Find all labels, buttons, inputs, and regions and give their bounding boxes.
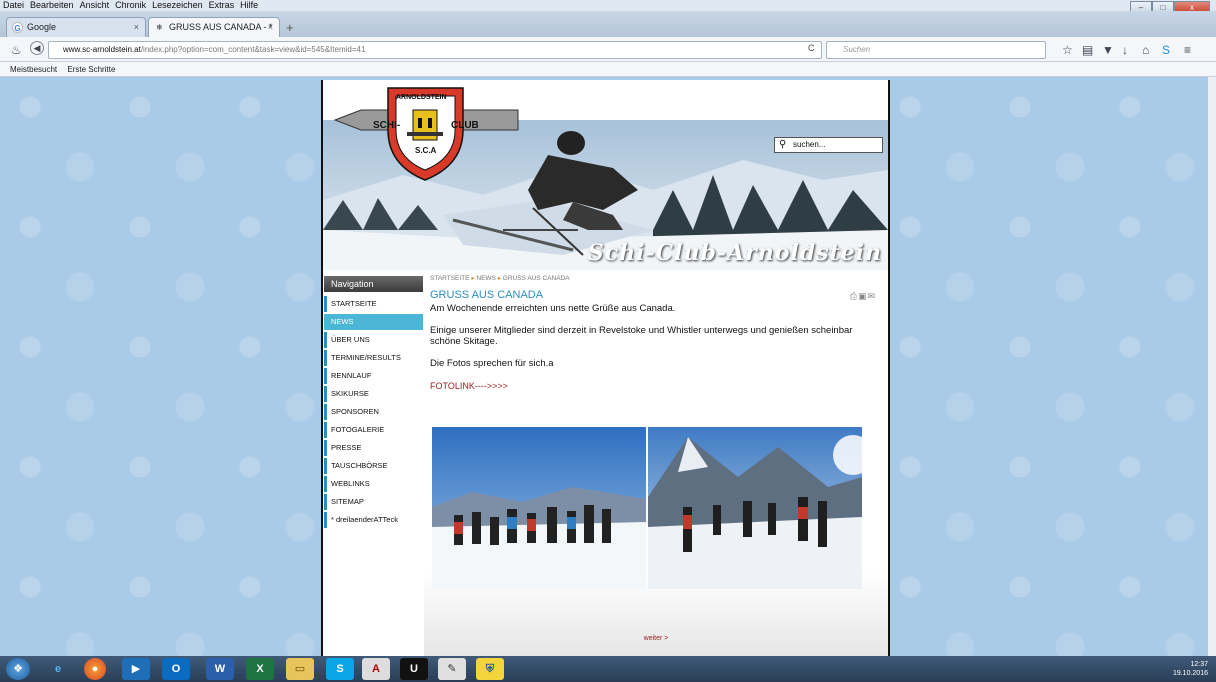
nav-item-news[interactable]: NEWS [324,314,423,330]
excel-icon[interactable]: X [246,658,274,680]
tab-strip: G Google × ❄ GRUSS AUS CANADA - * Sc... … [0,11,1216,50]
breadcrumb-startseite[interactable]: STARTSEITE [430,275,470,282]
site-search-placeholder: suchen... [793,140,826,149]
logo-text-top: ARNOLDSTEIN [396,94,447,101]
nav-item-ueber-uns[interactable]: ÜBER UNS [324,332,423,348]
firefox-icon[interactable]: ● [84,658,106,680]
menu-bar: Datei Bearbeiten Ansicht Chronik Lesezeichen… [0,0,1216,14]
article-content: STARTSEITE ▸ NEWS ▸ GRUSS AUS CANADA GRU… [424,270,888,656]
menu-lesezeichen[interactable]: Lesezeichen [149,0,206,10]
menu-ansicht[interactable]: Ansicht [77,0,113,10]
breadcrumb: STARTSEITE ▸ NEWS ▸ GRUSS AUS CANADA [430,274,882,284]
tray-clock-date[interactable]: 19.10.2016 [1173,670,1208,677]
browser-search-input[interactable]: Suchen [826,41,1046,59]
pocket-icon[interactable]: ▼ [1102,43,1114,57]
url-bar[interactable]: www.sc-arnoldstein.at/index.php?option=c… [48,41,822,59]
close-tab-icon[interactable]: × [268,18,273,36]
breadcrumb-current: GRUSS AUS CANADA [502,275,570,282]
tab-google[interactable]: G Google × [6,17,146,37]
google-icon: G [12,22,23,33]
home-icon[interactable]: ⌂ [1142,43,1149,57]
email-icon[interactable]: ✉ [867,291,876,301]
sidebar-navigation: Navigation STARTSEITE NEWS ÜBER UNS TERM… [323,270,424,656]
fotolink[interactable]: FOTOLINK---->>>> [430,381,882,391]
vertical-scrollbar[interactable] [1208,77,1216,656]
logo-text-left: SCHI- [373,120,401,131]
menu-extras[interactable]: Extras [206,0,238,10]
internet-explorer-icon[interactable]: e [44,658,72,680]
site-search-input[interactable]: ⚲ suchen... [774,137,883,153]
nav-item-sponsoren[interactable]: SPONSOREN [324,404,423,420]
media-player-icon[interactable]: ▶ [122,658,150,680]
acrobat-icon[interactable]: A [362,658,390,680]
security-shield-icon[interactable]: ⛨ [476,658,504,680]
tab-gruss-aus-canada[interactable]: ❄ GRUSS AUS CANADA - * Sc... × [148,17,280,50]
firefox-menu-icon[interactable]: ♨ [11,43,22,57]
menu-bearbeiten[interactable]: Bearbeiten [27,0,77,10]
photo-group-summit[interactable] [432,427,646,589]
hamburger-menu-icon[interactable]: ≡ [1184,43,1191,57]
start-button[interactable]: ❖ [6,658,30,680]
nav-item-tauschboerse[interactable]: TAUSCHBÖRSE [324,458,423,474]
logo-text-right: CLUB [451,120,479,131]
back-icon[interactable]: ◀ [30,41,44,55]
word-icon[interactable]: W [206,658,234,680]
menu-chronik[interactable]: Chronik [112,0,149,10]
nav-item-sitemap[interactable]: SITEMAP [324,494,423,510]
navigation-heading: Navigation [324,276,423,292]
page-viewport: ARNOLDSTEIN SCHI- CLUB S.C.A ⚲ suchen...… [0,77,1208,656]
taskbar: ❖ e ● ▶ O W X ▭ S A U ✎ ⛨ 12:37 19.10.20… [0,656,1216,682]
weiter-link[interactable]: weiter > [424,635,888,642]
site-header: ARNOLDSTEIN SCHI- CLUB S.C.A ⚲ suchen...… [323,80,888,270]
url-host: www.sc-arnoldstein.at [63,45,141,54]
nav-item-dreilaender[interactable]: * dreilaenderATTeck [324,512,423,528]
download-icon[interactable]: ↓ [1122,43,1128,57]
photo-group-touring[interactable] [648,427,862,589]
browser-search-placeholder: Suchen [843,45,871,54]
nav-item-termine-results[interactable]: TERMINE/RESULTS [324,350,423,366]
editor-icon[interactable]: ✎ [438,658,466,680]
nav-item-presse[interactable]: PRESSE [324,440,423,456]
nav-item-weblinks[interactable]: WEBLINKS [324,476,423,492]
breadcrumb-news[interactable]: NEWS [476,275,496,282]
tab-label: Google [27,22,57,32]
nav-item-fotogalerie[interactable]: FOTOGALERIE [324,422,423,438]
u-app-icon[interactable]: U [400,658,428,680]
article-paragraph-1: Am Wochenende erreichten uns nette Grüße… [430,303,676,314]
reading-list-icon[interactable]: ▤ [1082,43,1093,57]
close-tab-icon[interactable]: × [134,18,139,36]
navigation-bar: ♨ ◀ www.sc-arnoldstein.at/index.php?opti… [0,37,1216,62]
outlook-icon[interactable]: O [162,658,190,680]
url-path: /index.php?option=com_content&task=view&… [140,45,366,54]
article-title: GRUSS AUS CANADA [430,289,544,301]
tray-clock-time[interactable]: 12:37 [1190,661,1208,668]
logo-text-bottom: S.C.A [415,146,437,155]
menu-datei[interactable]: Datei [0,0,27,10]
pdf-icon[interactable]: ⎙ [850,291,858,301]
header-title: Schi-Club-Arnoldstein [587,240,882,266]
article-paragraph-2: Einige unserer Mitglieder sind derzeit i… [430,325,853,347]
bookmark-star-icon[interactable]: ☆ [1062,43,1073,57]
system-tray: 12:37 19.10.2016 [1173,660,1208,678]
search-icon: ⚲ [779,139,787,150]
menu-hilfe[interactable]: Hilfe [237,0,261,10]
article-tools: ⎙▣✉ [850,291,876,302]
skype-icon[interactable]: S [1162,43,1170,57]
snowflake-icon: ❄ [156,23,163,32]
bookmark-meistbesucht[interactable]: Meistbesucht [10,65,57,74]
photo-row [432,427,862,589]
site-container: ARNOLDSTEIN SCHI- CLUB S.C.A ⚲ suchen...… [321,80,890,656]
breadcrumb-separator-icon: ▸ [471,275,475,282]
nav-item-rennlauf[interactable]: RENNLAUF [324,368,423,384]
nav-item-startseite[interactable]: STARTSEITE [324,296,423,312]
article-paragraph-3: Die Fotos sprechen für sich.a [430,358,554,369]
reload-icon[interactable]: C [808,43,815,53]
bookmark-erste-schritte[interactable]: Erste Schritte [67,65,115,74]
new-tab-button[interactable]: + [286,20,294,35]
skype-taskbar-icon[interactable]: S [326,658,354,680]
bookmarks-bar: Meistbesucht Erste Schritte [0,62,1216,77]
file-explorer-icon[interactable]: ▭ [286,658,314,680]
breadcrumb-separator-icon: ▸ [497,275,501,282]
nav-item-skikurse[interactable]: SKIKURSE [324,386,423,402]
